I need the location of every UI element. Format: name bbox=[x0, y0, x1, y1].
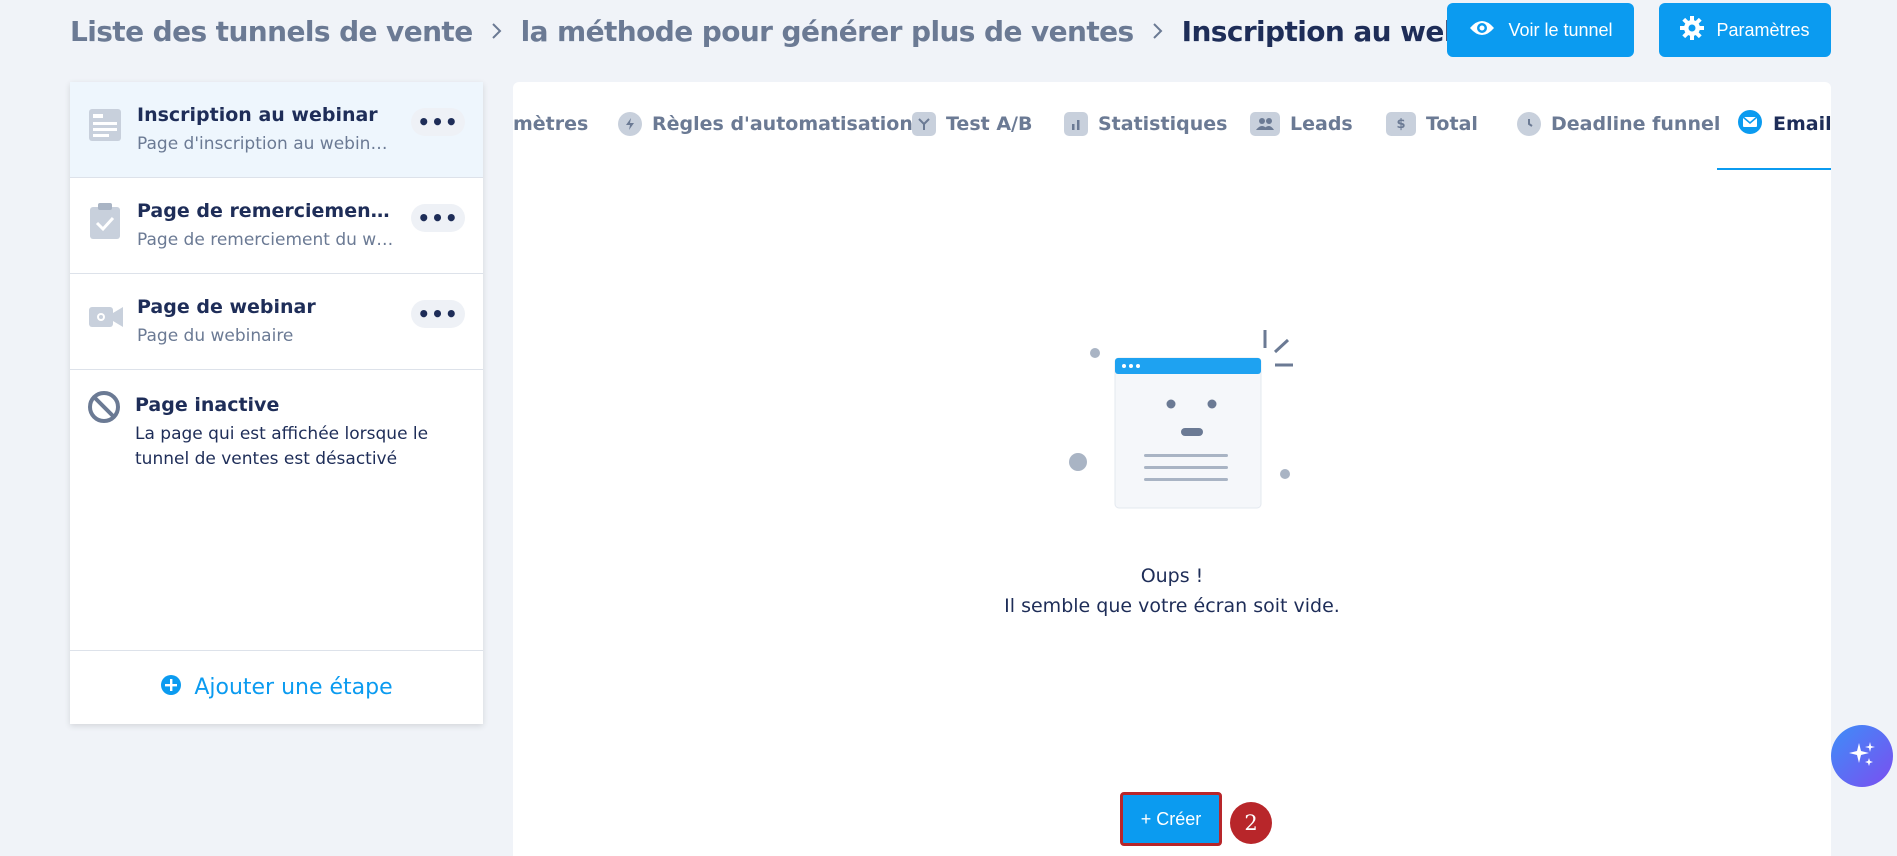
page-form-icon bbox=[88, 106, 122, 144]
bolt-icon bbox=[618, 112, 642, 136]
step-more-button[interactable]: ••• bbox=[411, 108, 465, 136]
step-title: Page de remerciement (Webinaire) bbox=[137, 200, 397, 222]
tab-label: Emails bbox=[1773, 113, 1831, 135]
add-step-label: Ajouter une étape bbox=[194, 675, 393, 700]
step-title: Inscription au webinar bbox=[137, 104, 378, 126]
breadcrumb: Liste des tunnels de vente la méthode po… bbox=[70, 12, 1524, 50]
step-subtitle: Page de remerciement du webinaire bbox=[137, 230, 397, 250]
funnel-steps-sidebar: Inscription au webinar Page d'inscriptio… bbox=[70, 82, 483, 724]
clipboard-check-icon bbox=[88, 202, 122, 240]
tab-label: Deadline funnel bbox=[1551, 113, 1721, 135]
tab-ab-test[interactable]: Test A/B bbox=[912, 106, 1032, 142]
chevron-right-icon bbox=[491, 22, 503, 40]
ban-icon bbox=[87, 390, 121, 428]
tab-label: Statistiques bbox=[1098, 113, 1228, 135]
tab-label: Règles d'automatisation bbox=[652, 113, 913, 135]
sparkles-icon bbox=[1847, 739, 1877, 773]
main-panel: mètres Règles d'automatisation Test A/B … bbox=[513, 82, 1831, 856]
tab-bar: mètres Règles d'automatisation Test A/B … bbox=[513, 82, 1831, 170]
tab-label: Leads bbox=[1290, 113, 1353, 135]
breadcrumb-funnel-list[interactable]: Liste des tunnels de vente bbox=[70, 15, 473, 48]
tab-automation-rules[interactable]: Règles d'automatisation bbox=[618, 106, 913, 142]
step-item[interactable]: Page de remerciement (Webinaire) Page de… bbox=[70, 178, 483, 274]
tab-leads[interactable]: Leads bbox=[1250, 106, 1353, 142]
step-subtitle: Page d'inscription au webinaire bbox=[137, 134, 397, 154]
tab-deadline-funnel[interactable]: Deadline funnel bbox=[1517, 106, 1720, 142]
tab-label: Test A/B bbox=[946, 113, 1033, 135]
users-icon bbox=[1250, 112, 1280, 136]
tab-statistics[interactable]: Statistiques bbox=[1064, 106, 1227, 142]
mail-icon bbox=[1737, 109, 1763, 140]
step-item[interactable]: Page de webinar Page du webinaire ••• bbox=[70, 274, 483, 370]
eye-icon bbox=[1468, 18, 1496, 43]
step-more-button[interactable]: ••• bbox=[411, 300, 465, 328]
inactive-page-title: Page inactive bbox=[135, 394, 280, 416]
dollar-icon: $ bbox=[1386, 112, 1416, 136]
tab-emails[interactable]: Emails bbox=[1737, 106, 1831, 142]
inactive-page-item[interactable]: Page inactive La page qui est affichée l… bbox=[70, 370, 483, 510]
view-funnel-button[interactable]: Voir le tunnel bbox=[1447, 3, 1634, 57]
add-step-button[interactable]: Ajouter une étape bbox=[70, 650, 483, 724]
empty-state-illustration bbox=[1043, 320, 1295, 520]
video-camera-icon bbox=[88, 298, 123, 336]
settings-label: Paramètres bbox=[1716, 19, 1810, 40]
empty-state-subtitle: Il semble que votre écran soit vide. bbox=[1004, 595, 1340, 617]
bar-chart-icon bbox=[1064, 112, 1088, 136]
settings-button[interactable]: Paramètres bbox=[1659, 3, 1831, 57]
annotation-step-badge: 2 bbox=[1230, 802, 1272, 844]
gear-icon bbox=[1680, 15, 1705, 45]
ai-assistant-button[interactable] bbox=[1831, 725, 1893, 787]
split-icon bbox=[912, 112, 936, 136]
empty-state-title: Oups ! bbox=[1140, 565, 1204, 587]
plus-circle-icon bbox=[160, 674, 182, 702]
step-title: Page de webinar bbox=[137, 296, 316, 318]
tab-label: mètres bbox=[513, 113, 589, 135]
view-funnel-label: Voir le tunnel bbox=[1508, 19, 1613, 40]
step-more-button[interactable]: ••• bbox=[411, 204, 465, 232]
step-item[interactable]: Inscription au webinar Page d'inscriptio… bbox=[70, 82, 483, 178]
step-subtitle: Page du webinaire bbox=[137, 326, 294, 346]
tab-label: Total bbox=[1426, 113, 1478, 135]
inactive-page-description: La page qui est affichée lorsque le tunn… bbox=[135, 424, 429, 469]
clock-icon bbox=[1517, 112, 1541, 136]
tab-total[interactable]: $ Total bbox=[1386, 106, 1478, 142]
breadcrumb-funnel-name[interactable]: la méthode pour générer plus de ventes bbox=[521, 15, 1135, 48]
create-email-button[interactable]: + Créer bbox=[1120, 792, 1222, 846]
chevron-right-icon bbox=[1152, 22, 1164, 40]
tab-parametres[interactable]: mètres bbox=[513, 106, 588, 142]
